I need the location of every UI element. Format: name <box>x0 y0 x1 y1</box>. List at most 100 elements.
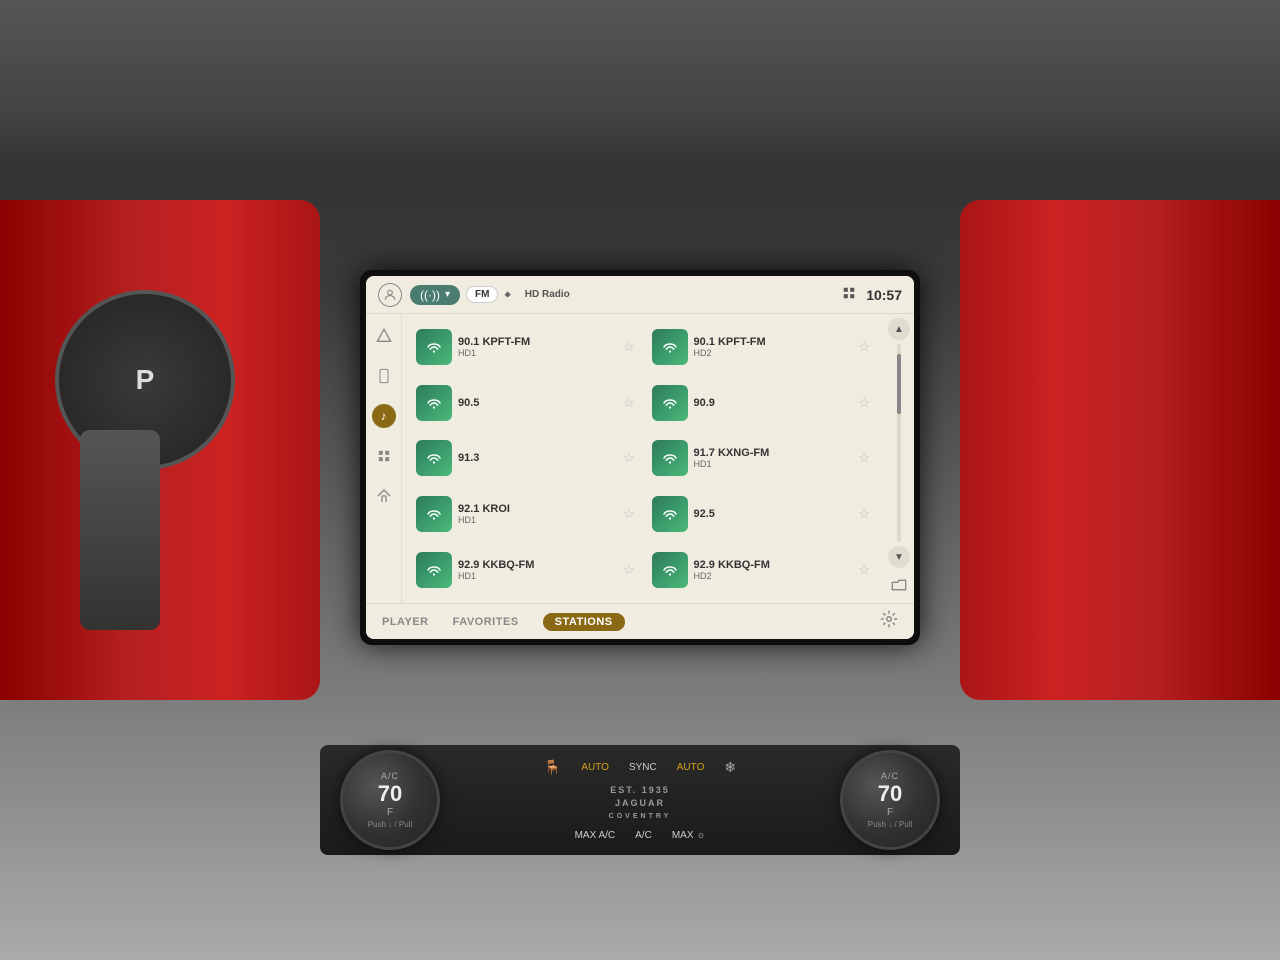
station-freq: 91.3 <box>458 452 617 464</box>
infotainment-screen: ((·)) ▾ FM ⬥ HD Radio 10:57 <box>366 276 914 639</box>
station-signal-icon <box>652 440 688 476</box>
sidebar-apps-icon[interactable] <box>372 444 396 468</box>
station-info: 92.1 KROI HD1 <box>458 503 617 525</box>
station-sub: HD1 <box>694 459 853 469</box>
source-selector[interactable]: ((·)) ▾ <box>410 285 460 305</box>
right-sidebar: ▲ ▼ <box>884 314 914 603</box>
right-temp-value: 70 <box>878 781 902 807</box>
sidebar-home-icon[interactable] <box>372 484 396 508</box>
folder-icon[interactable] <box>887 574 911 599</box>
left-sidebar: ♪ <box>366 314 402 603</box>
station-signal-icon <box>652 385 688 421</box>
station-freq: 90.1 KPFT-FM <box>694 336 853 348</box>
source-tabs: FM ⬥ HD Radio <box>466 286 578 303</box>
station-favorite-icon[interactable]: ☆ <box>858 506 870 522</box>
station-item[interactable]: 92.9 KKBQ-FM HD2 ☆ <box>646 544 877 595</box>
station-sub: HD1 <box>458 571 617 581</box>
player-tab[interactable]: PLAYER <box>382 616 429 628</box>
rear-defroster-icon[interactable]: ❄ <box>724 759 736 776</box>
station-sub: HD1 <box>458 348 617 358</box>
station-signal-icon <box>416 496 452 532</box>
grid-icon[interactable] <box>842 286 856 303</box>
header-right: 10:57 <box>842 286 902 303</box>
station-info: 90.5 <box>458 397 617 409</box>
sidebar-phone-icon[interactable] <box>372 364 396 388</box>
station-favorite-icon[interactable]: ☆ <box>858 562 870 578</box>
station-signal-icon <box>416 385 452 421</box>
station-signal-icon <box>652 552 688 588</box>
stations-tab[interactable]: STATIONS <box>543 613 625 631</box>
station-signal-icon <box>652 329 688 365</box>
station-item[interactable]: 90.1 KPFT-FM HD1 ☆ <box>410 322 641 373</box>
scroll-up-button[interactable]: ▲ <box>888 318 910 340</box>
station-freq: 92.9 KKBQ-FM <box>458 559 617 571</box>
station-favorite-icon[interactable]: ☆ <box>623 450 635 466</box>
seat-heat-icon[interactable]: 🪑 <box>544 759 561 776</box>
station-info: 90.1 KPFT-FM HD2 <box>694 336 853 358</box>
hd-radio-tab[interactable]: HD Radio <box>517 287 578 302</box>
station-item[interactable]: 91.7 KXNG-FM HD1 ☆ <box>646 433 877 484</box>
signal-icon: ((·)) <box>420 288 440 302</box>
station-sub: HD2 <box>694 348 853 358</box>
station-favorite-icon[interactable]: ☆ <box>858 450 870 466</box>
right-ac-label: A/C <box>881 771 899 781</box>
station-item[interactable]: 90.9 ☆ <box>646 378 877 429</box>
profile-icon[interactable] <box>378 283 402 307</box>
favorites-tab[interactable]: FAVORITES <box>453 616 519 628</box>
separator: ⬥ <box>504 289 510 300</box>
max-heat-btn[interactable]: MAX ☼ <box>672 830 706 841</box>
ac-btn[interactable]: A/C <box>635 830 652 841</box>
scroll-track <box>897 344 901 542</box>
station-signal-icon <box>416 552 452 588</box>
scroll-down-button[interactable]: ▼ <box>888 546 910 568</box>
station-favorite-icon[interactable]: ☆ <box>623 506 635 522</box>
station-favorite-icon[interactable]: ☆ <box>623 339 635 355</box>
station-info: 91.7 KXNG-FM HD1 <box>694 447 853 469</box>
station-item[interactable]: 90.5 ☆ <box>410 378 641 429</box>
station-favorite-icon[interactable]: ☆ <box>858 339 870 355</box>
climate-center: 🪑 AUTO SYNC AUTO ❄ EST. 1935JAGUARCOVENT… <box>450 759 830 841</box>
sidebar-music-icon[interactable]: ♪ <box>372 404 396 428</box>
station-item[interactable]: 92.1 KROI HD1 ☆ <box>410 489 641 540</box>
station-item[interactable]: 92.9 KKBQ-FM HD1 ☆ <box>410 544 641 595</box>
station-info: 92.9 KKBQ-FM HD2 <box>694 559 853 581</box>
station-freq: 92.9 KKBQ-FM <box>694 559 853 571</box>
max-ac-btn[interactable]: MAX A/C <box>575 830 616 841</box>
station-favorite-icon[interactable]: ☆ <box>623 562 635 578</box>
stations-grid: 90.1 KPFT-FM HD1 ☆ 90.1 KPFT-FM HD2 ☆ <box>402 314 884 603</box>
station-freq: 90.1 KPFT-FM <box>458 336 617 348</box>
station-favorite-icon[interactable]: ☆ <box>623 395 635 411</box>
settings-icon[interactable] <box>880 610 898 633</box>
auto-right-btn[interactable]: AUTO <box>677 762 705 773</box>
time-display: 10:57 <box>866 287 902 303</box>
left-temp-sublabel: Push ↓ / Pull <box>368 820 412 829</box>
left-temp-unit: F <box>387 807 393 818</box>
station-info: 91.3 <box>458 452 617 464</box>
station-freq: 90.5 <box>458 397 617 409</box>
station-sub: HD1 <box>458 515 617 525</box>
station-freq: 90.9 <box>694 397 853 409</box>
jaguar-logo: EST. 1935JAGUARCOVENTRY <box>609 784 672 822</box>
screen-header: ((·)) ▾ FM ⬥ HD Radio 10:57 <box>366 276 914 314</box>
station-freq: 91.7 KXNG-FM <box>694 447 853 459</box>
left-temp-value: 70 <box>378 781 402 807</box>
sync-btn[interactable]: SYNC <box>629 762 657 773</box>
climate-panel: A/C 70 F Push ↓ / Pull 🪑 AUTO SYNC AUTO … <box>320 745 960 855</box>
right-temp-knob[interactable]: A/C 70 F Push ↓ / Pull <box>840 750 940 850</box>
right-temp-unit: F <box>887 807 893 818</box>
climate-top-row: 🪑 AUTO SYNC AUTO ❄ <box>544 759 736 776</box>
station-item[interactable]: 91.3 ☆ <box>410 433 641 484</box>
right-temp-sublabel: Push ↓ / Pull <box>868 820 912 829</box>
station-item[interactable]: 90.1 KPFT-FM HD2 ☆ <box>646 322 877 373</box>
fm-tab[interactable]: FM <box>466 286 498 303</box>
station-signal-icon <box>416 329 452 365</box>
sidebar-nav-icon[interactable] <box>372 324 396 348</box>
screen-content: ♪ <box>366 314 914 603</box>
auto-left-btn[interactable]: AUTO <box>581 762 609 773</box>
left-temp-knob[interactable]: A/C 70 F Push ↓ / Pull <box>340 750 440 850</box>
scroll-thumb <box>897 354 901 414</box>
station-signal-icon <box>652 496 688 532</box>
bottom-nav-tabs: PLAYER FAVORITES STATIONS <box>382 613 625 631</box>
station-favorite-icon[interactable]: ☆ <box>858 395 870 411</box>
station-item[interactable]: 92.5 ☆ <box>646 489 877 540</box>
